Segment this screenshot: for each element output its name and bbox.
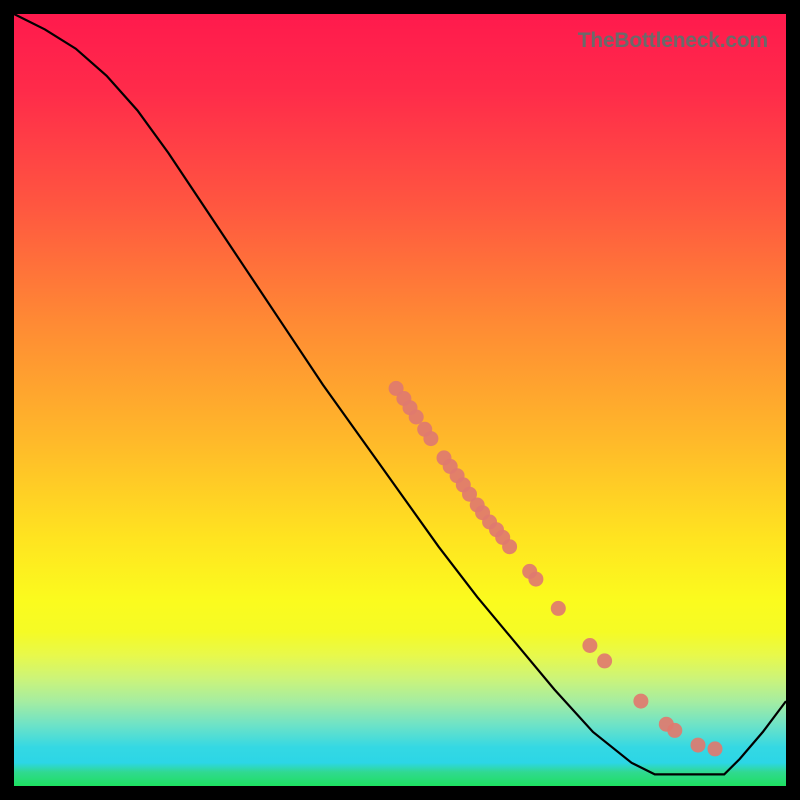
chart-svg — [14, 14, 786, 786]
scatter-dot — [528, 572, 543, 587]
scatter-dot — [423, 431, 438, 446]
scatter-dot — [409, 410, 424, 425]
scatter-dot — [667, 723, 682, 738]
scatter-dot — [633, 694, 648, 709]
scatter-dot — [551, 601, 566, 616]
scatter-dot — [582, 638, 597, 653]
scatter-dot — [691, 738, 706, 753]
scatter-dots — [389, 381, 723, 757]
plot-area: TheBottleneck.com — [14, 14, 786, 786]
chart-container: TheBottleneck.com — [0, 0, 800, 800]
scatter-dot — [708, 741, 723, 756]
scatter-dot — [502, 539, 517, 554]
scatter-dot — [597, 653, 612, 668]
